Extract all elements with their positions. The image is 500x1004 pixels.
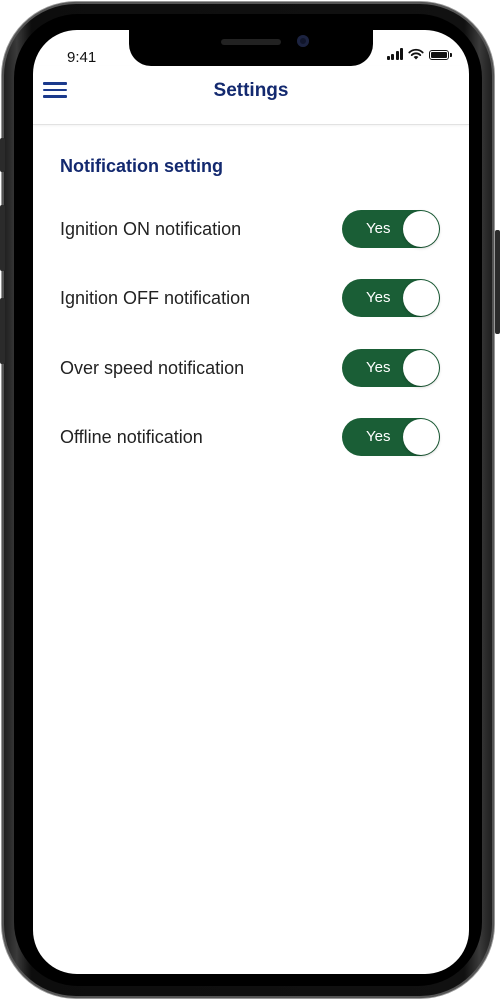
notch [129, 30, 373, 66]
setting-label: Over speed notification [60, 357, 245, 378]
camera-icon [297, 35, 309, 47]
ignition-off-toggle[interactable]: Yes [342, 279, 440, 317]
toggle-label: Yes [366, 359, 391, 376]
volume-up-button [0, 205, 5, 271]
toggle-knob [403, 419, 439, 455]
toggle-knob [403, 211, 439, 247]
signal-bars-icon [386, 48, 403, 60]
section-title: Notification setting [60, 156, 223, 176]
toggle-label: Yes [366, 428, 391, 445]
page-title: Settings [213, 80, 289, 101]
setting-row-ignition-off: Ignition OFF notification Yes [60, 279, 440, 317]
setting-label: Ignition OFF notification [60, 287, 251, 308]
toggle-knob [403, 350, 439, 386]
battery-icon [429, 50, 452, 60]
setting-row-ignition-on: Ignition ON notification Yes [60, 210, 440, 248]
over-speed-toggle[interactable]: Yes [342, 349, 440, 387]
setting-row-offline: Offline notification Yes [60, 418, 440, 456]
speaker-grille [221, 39, 281, 45]
silent-switch [0, 138, 5, 172]
setting-label: Ignition ON notification [60, 218, 242, 239]
ignition-on-toggle[interactable]: Yes [342, 210, 440, 248]
setting-row-over-speed: Over speed notification Yes [60, 349, 440, 387]
setting-label: Offline notification [60, 426, 203, 447]
app-bar: Settings [33, 66, 469, 125]
phone-screen: 9:41 Settings Notification setting Ignit… [33, 30, 469, 974]
toggle-label: Yes [366, 220, 391, 237]
wifi-icon [408, 48, 424, 60]
volume-down-button [0, 298, 5, 364]
toggle-label: Yes [366, 289, 391, 306]
status-icons [386, 46, 452, 60]
status-time: 9:41 [67, 49, 97, 66]
power-button [495, 230, 500, 334]
offline-toggle[interactable]: Yes [342, 418, 440, 456]
toggle-knob [403, 280, 439, 316]
